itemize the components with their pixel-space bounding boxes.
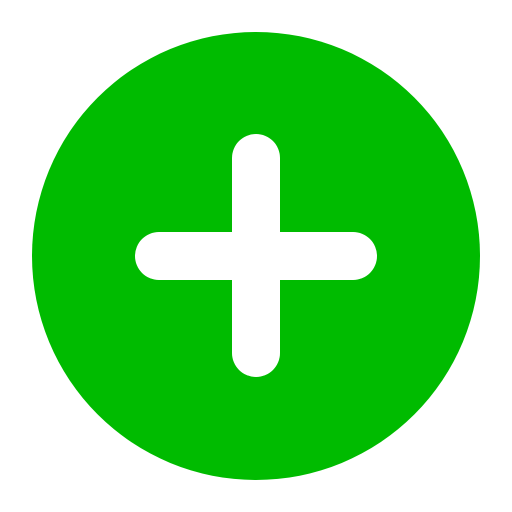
add-circle-icon[interactable] [0, 0, 512, 512]
icon-canvas [0, 0, 512, 512]
